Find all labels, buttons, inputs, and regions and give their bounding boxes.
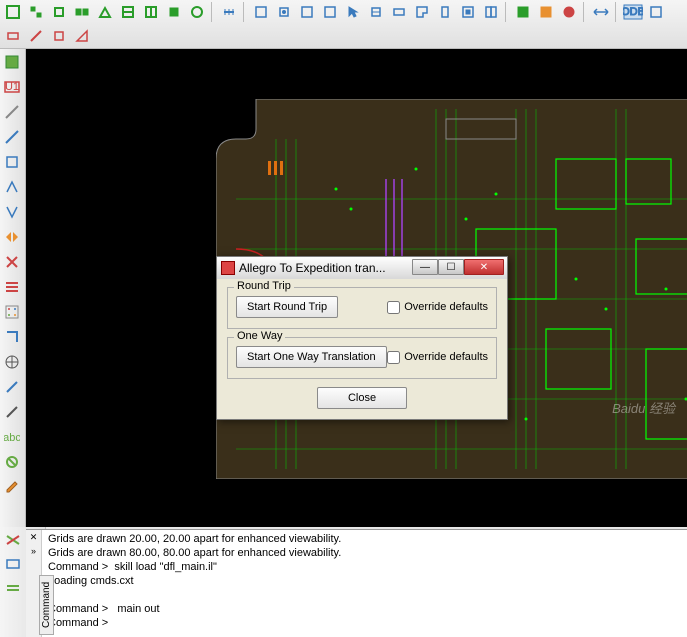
tool-btn[interactable] <box>1 326 23 348</box>
tool-btn[interactable] <box>250 1 272 23</box>
tool-btn[interactable] <box>117 1 139 23</box>
roundtrip-override-text: Override defaults <box>404 301 488 313</box>
tool-btn[interactable] <box>365 1 387 23</box>
left-toolbar: U1 abc <box>0 49 26 527</box>
roundtrip-group: Round Trip Start Round Trip Override def… <box>227 287 497 329</box>
oneway-legend: One Way <box>234 330 285 342</box>
tool-btn[interactable] <box>2 25 24 47</box>
roundtrip-legend: Round Trip <box>234 280 294 292</box>
tool-btn[interactable] <box>1 176 23 198</box>
tool-btn[interactable] <box>2 577 24 599</box>
tool-btn[interactable] <box>1 151 23 173</box>
roundtrip-override-checkbox[interactable] <box>387 301 400 314</box>
tool-btn[interactable] <box>512 1 534 23</box>
tool-btn[interactable] <box>1 451 23 473</box>
oneway-group: One Way Start One Way Translation Overri… <box>227 337 497 379</box>
tool-btn[interactable]: U1 <box>1 76 23 98</box>
text-icon[interactable]: abc <box>1 426 23 448</box>
oneway-override-checkbox[interactable] <box>387 351 400 364</box>
start-roundtrip-button[interactable]: Start Round Trip <box>236 296 338 318</box>
tool-btn[interactable] <box>535 1 557 23</box>
tool-btn[interactable] <box>186 1 208 23</box>
tool-btn[interactable] <box>1 251 23 273</box>
tool-btn[interactable] <box>2 553 24 575</box>
svg-text:abc: abc <box>4 432 20 444</box>
console-tab[interactable]: Command <box>39 575 54 635</box>
tool-btn[interactable] <box>1 376 23 398</box>
pointer-icon[interactable] <box>342 1 364 23</box>
top-toolbars: ODB <box>0 0 687 49</box>
tool-btn[interactable] <box>2 529 24 551</box>
tool-btn[interactable] <box>273 1 295 23</box>
tool-btn[interactable] <box>434 1 456 23</box>
tool-btn[interactable] <box>94 1 116 23</box>
oneway-override-text: Override defaults <box>404 351 488 363</box>
tool-btn[interactable] <box>163 1 185 23</box>
console-close-icon[interactable]: ✕ <box>30 532 38 543</box>
tool-btn[interactable] <box>1 101 23 123</box>
allegro-expedition-dialog: Allegro To Expedition tran... — ☐ ✕ Roun… <box>216 256 508 420</box>
svg-text:ODB: ODB <box>623 6 643 18</box>
tool-btn[interactable] <box>140 1 162 23</box>
tool-btn[interactable] <box>558 1 580 23</box>
console-output[interactable]: Grids are drawn 20.00, 20.00 apart for e… <box>42 530 687 637</box>
tool-btn[interactable] <box>411 1 433 23</box>
odb-icon[interactable]: ODB <box>622 1 644 23</box>
toolbar-row-2 <box>0 24 687 48</box>
tool-btn[interactable] <box>1 226 23 248</box>
tool-btn[interactable] <box>480 1 502 23</box>
tool-btn[interactable] <box>1 201 23 223</box>
tool-btn[interactable] <box>71 25 93 47</box>
close-window-button[interactable]: ✕ <box>464 259 504 275</box>
tool-btn[interactable] <box>1 351 23 373</box>
command-console: ✕ » Command Grids are drawn 20.00, 20.00… <box>26 529 687 637</box>
tool-btn[interactable] <box>1 126 23 148</box>
close-button[interactable]: Close <box>317 387 407 409</box>
tool-group-btn[interactable] <box>2 1 24 23</box>
toolbar-row-1: ODB <box>0 0 687 24</box>
maximize-button[interactable]: ☐ <box>438 259 464 275</box>
tool-btn[interactable] <box>71 1 93 23</box>
tool-btn[interactable] <box>48 25 70 47</box>
tool-btn[interactable] <box>1 401 23 423</box>
tool-btn[interactable] <box>1 276 23 298</box>
minimize-button[interactable]: — <box>412 259 438 275</box>
app-icon <box>221 261 235 275</box>
tool-btn[interactable] <box>319 1 341 23</box>
oneway-override-label[interactable]: Override defaults <box>387 351 488 364</box>
tool-btn[interactable] <box>48 1 70 23</box>
dialog-titlebar[interactable]: Allegro To Expedition tran... — ☐ ✕ <box>217 257 507 279</box>
tool-btn[interactable] <box>388 1 410 23</box>
start-oneway-button[interactable]: Start One Way Translation <box>236 346 387 368</box>
console-chevron-icon[interactable]: » <box>31 546 36 556</box>
tool-btn[interactable] <box>296 1 318 23</box>
tool-btn[interactable] <box>25 1 47 23</box>
tool-btn[interactable] <box>25 25 47 47</box>
pencil-icon[interactable] <box>1 476 23 498</box>
tool-btn[interactable] <box>1 51 23 73</box>
roundtrip-override-label[interactable]: Override defaults <box>387 301 488 314</box>
dimension-icon[interactable] <box>590 1 612 23</box>
tool-btn[interactable] <box>645 1 667 23</box>
tool-btn[interactable] <box>1 301 23 323</box>
tool-btn[interactable] <box>218 1 240 23</box>
svg-text:U1: U1 <box>5 81 19 93</box>
tool-btn[interactable] <box>457 1 479 23</box>
